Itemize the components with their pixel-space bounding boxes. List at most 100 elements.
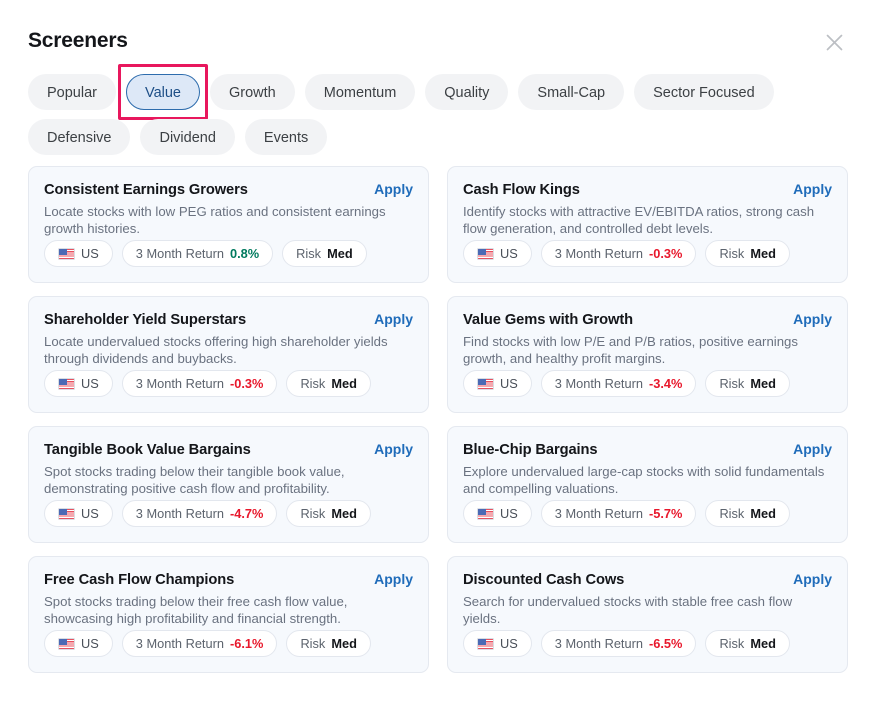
- apply-link[interactable]: Apply: [793, 181, 832, 197]
- card-description: Identify stocks with attractive EV/EBITD…: [463, 204, 815, 236]
- return-badge: 3 Month Return 0.8%: [121, 240, 274, 267]
- card-header: Free Cash Flow Champions Apply: [44, 571, 413, 588]
- screener-card[interactable]: Value Gems with Growth Apply Find stocks w…: [447, 296, 848, 413]
- us-flag-icon: [58, 247, 75, 260]
- return-label: 3 Month Return: [135, 636, 224, 651]
- tab-wrapper: Small-Cap: [518, 74, 625, 110]
- close-icon: [825, 33, 844, 52]
- return-value: -6.1%: [230, 636, 264, 651]
- screener-card[interactable]: Tangible Book Value Bargains Apply Spot st…: [28, 426, 429, 543]
- risk-label: Risk: [719, 636, 745, 651]
- tab-wrapper: Growth: [210, 74, 295, 110]
- region-badge: US: [463, 240, 532, 267]
- tab-dividend[interactable]: Dividend: [140, 119, 235, 155]
- region-label: US: [500, 246, 518, 261]
- region-label: US: [81, 506, 99, 521]
- tab-defensive[interactable]: Defensive: [28, 119, 131, 155]
- card-title: Tangible Book Value Bargains: [44, 442, 251, 458]
- card-description: Locate stocks with low PEG ratios and co…: [44, 204, 386, 236]
- tab-sector-focused[interactable]: Sector Focused: [634, 74, 774, 110]
- apply-link[interactable]: Apply: [374, 311, 413, 327]
- tab-value[interactable]: Value: [125, 74, 200, 110]
- card-description: Search for undervalued stocks with stabl…: [463, 594, 793, 626]
- card-header: Blue-Chip Bargains Apply: [463, 441, 832, 458]
- risk-label: Risk: [719, 246, 745, 261]
- tab-small-cap[interactable]: Small-Cap: [518, 74, 625, 110]
- screener-card[interactable]: Consistent Earnings Growers Apply Locate s…: [28, 166, 429, 283]
- screener-card[interactable]: Discounted Cash Cows Apply Search for unde…: [447, 556, 848, 673]
- screener-card[interactable]: Cash Flow Kings Apply Identify stocks with…: [447, 166, 848, 283]
- card-description: Spot stocks trading below their tangible…: [44, 464, 345, 496]
- region-label: US: [500, 636, 518, 651]
- return-value: -6.5%: [649, 636, 683, 651]
- card-header: Value Gems with Growth Apply: [463, 311, 832, 328]
- risk-badge: Risk Med: [705, 630, 790, 657]
- card-title: Discounted Cash Cows: [463, 572, 625, 588]
- tab-events[interactable]: Events: [244, 119, 328, 155]
- card-header: Shareholder Yield Superstars Apply: [44, 311, 413, 328]
- us-flag-icon: [477, 377, 494, 390]
- risk-badge: Risk Med: [705, 240, 790, 267]
- risk-value: Med: [750, 376, 776, 391]
- risk-label: Risk: [300, 636, 326, 651]
- card-badge-row: US 3 Month Return 0.8% Risk Med: [44, 240, 367, 267]
- card-title: Value Gems with Growth: [463, 312, 634, 328]
- apply-link[interactable]: Apply: [374, 181, 413, 197]
- apply-link[interactable]: Apply: [793, 571, 832, 587]
- card-badge-row: US 3 Month Return -6.1% Risk Med: [44, 630, 371, 657]
- return-label: 3 Month Return: [135, 246, 224, 261]
- region-label: US: [81, 636, 99, 651]
- tab-growth[interactable]: Growth: [210, 74, 295, 110]
- region-label: US: [500, 506, 518, 521]
- close-button[interactable]: [820, 28, 848, 56]
- screener-card[interactable]: Shareholder Yield Superstars Apply Locate …: [28, 296, 429, 413]
- card-badge-row: US 3 Month Return -6.5% Risk Med: [463, 630, 790, 657]
- card-badge-row: US 3 Month Return -4.7% Risk Med: [44, 500, 371, 527]
- risk-badge: Risk Med: [286, 370, 371, 397]
- return-label: 3 Month Return: [135, 506, 224, 521]
- tab-quality[interactable]: Quality: [425, 74, 509, 110]
- region-badge: US: [44, 630, 113, 657]
- risk-value: Med: [750, 246, 776, 261]
- risk-label: Risk: [719, 376, 745, 391]
- tab-popular[interactable]: Popular: [28, 74, 116, 110]
- screener-card[interactable]: Free Cash Flow Champions Apply Spot stocks…: [28, 556, 429, 673]
- risk-label: Risk: [719, 506, 745, 521]
- return-label: 3 Month Return: [135, 376, 224, 391]
- us-flag-icon: [477, 507, 494, 520]
- card-description: Locate undervalued stocks offering high …: [44, 334, 388, 366]
- return-label: 3 Month Return: [554, 246, 643, 261]
- region-badge: US: [44, 500, 113, 527]
- risk-badge: Risk Med: [705, 500, 790, 527]
- us-flag-icon: [477, 247, 494, 260]
- card-badge-row: US 3 Month Return -5.7% Risk Med: [463, 500, 790, 527]
- return-value: -3.4%: [649, 376, 683, 391]
- apply-link[interactable]: Apply: [374, 441, 413, 457]
- risk-badge: Risk Med: [705, 370, 790, 397]
- return-badge: 3 Month Return -6.5%: [540, 630, 697, 657]
- return-value: -0.3%: [230, 376, 264, 391]
- card-badge-row: US 3 Month Return -0.3% Risk Med: [44, 370, 371, 397]
- annotation-highlight-box: Value: [117, 64, 209, 120]
- tab-wrapper: Popular: [28, 74, 116, 110]
- screener-card[interactable]: Blue-Chip Bargains Apply Explore undervalu…: [447, 426, 848, 543]
- tab-wrapper: Quality: [425, 74, 509, 110]
- panel-header: Screeners: [28, 26, 852, 60]
- region-badge: US: [463, 500, 532, 527]
- region-badge: US: [44, 370, 113, 397]
- tab-momentum[interactable]: Momentum: [304, 74, 416, 110]
- card-title: Shareholder Yield Superstars: [44, 312, 247, 328]
- apply-link[interactable]: Apply: [793, 311, 832, 327]
- return-badge: 3 Month Return -5.7%: [540, 500, 697, 527]
- return-value: -5.7%: [649, 506, 683, 521]
- risk-badge: Risk Med: [286, 630, 371, 657]
- risk-label: Risk: [296, 246, 322, 261]
- apply-link[interactable]: Apply: [374, 571, 413, 587]
- risk-value: Med: [327, 246, 353, 261]
- return-badge: 3 Month Return -6.1%: [121, 630, 278, 657]
- return-badge: 3 Month Return -3.4%: [540, 370, 697, 397]
- return-label: 3 Month Return: [554, 506, 643, 521]
- apply-link[interactable]: Apply: [793, 441, 832, 457]
- card-header: Discounted Cash Cows Apply: [463, 571, 832, 588]
- card-title: Blue-Chip Bargains: [463, 442, 598, 458]
